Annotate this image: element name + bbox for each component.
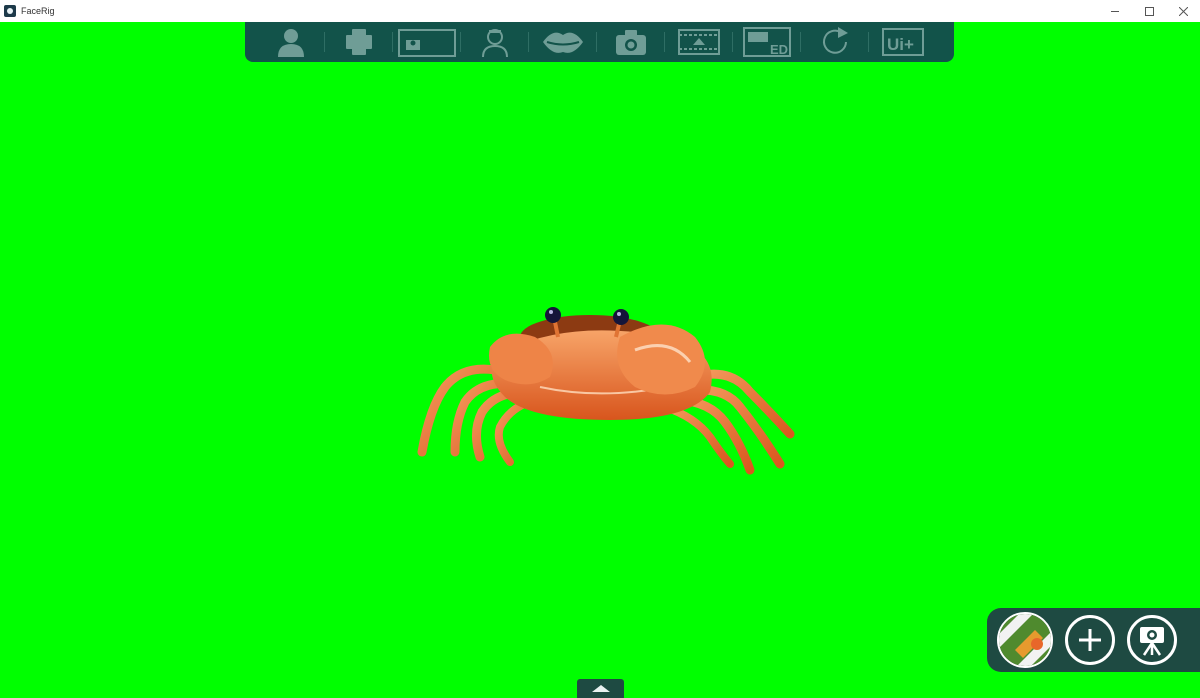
avatar-select-button[interactable] xyxy=(257,24,325,60)
quick-actions-dock xyxy=(987,608,1200,672)
minimize-icon xyxy=(1111,10,1119,12)
chevron-up-icon xyxy=(591,685,610,692)
reset-button[interactable] xyxy=(801,24,869,60)
camera-icon xyxy=(616,30,646,55)
background-icon xyxy=(398,29,456,57)
crab-avatar xyxy=(417,307,795,475)
lips-icon xyxy=(543,32,583,53)
maximize-icon xyxy=(1144,6,1154,16)
avatar-stage xyxy=(0,22,1200,698)
ed-icon: ED xyxy=(743,27,791,57)
plus-icon xyxy=(1079,629,1101,651)
expand-bottom-panel-button[interactable] xyxy=(577,679,624,698)
minimize-button[interactable] xyxy=(1098,0,1132,22)
add-avatar-button[interactable] xyxy=(1065,615,1115,665)
close-button[interactable] xyxy=(1166,0,1200,22)
window-controls xyxy=(1098,0,1200,22)
webcam-tripod-icon xyxy=(1140,627,1164,656)
advanced-ui-button[interactable]: Ui+ xyxy=(869,24,937,60)
tracking-icon xyxy=(482,29,508,58)
screenshot-button[interactable] xyxy=(597,24,665,60)
webcam-settings-button[interactable] xyxy=(1127,615,1177,665)
avatar-thumbnail-image xyxy=(999,614,1051,666)
current-avatar-thumbnail[interactable] xyxy=(997,612,1053,668)
window-title: FaceRig xyxy=(21,6,55,16)
film-icon xyxy=(678,29,720,55)
facerig-app-icon xyxy=(4,5,16,17)
ui-plus-icon: Ui+ xyxy=(882,28,924,56)
main-toolbar: ED Ui+ xyxy=(245,22,954,62)
refresh-icon xyxy=(823,27,848,54)
tracking-button[interactable] xyxy=(461,24,529,60)
record-video-button[interactable] xyxy=(665,24,733,60)
background-button[interactable] xyxy=(393,24,461,60)
window-title-bar: FaceRig xyxy=(0,0,1200,22)
props-button[interactable] xyxy=(325,24,393,60)
ed-label: ED xyxy=(770,42,788,57)
maximize-button[interactable] xyxy=(1132,0,1166,22)
close-icon xyxy=(1178,6,1188,16)
cube-icon xyxy=(346,29,372,55)
ui-plus-label: Ui+ xyxy=(887,35,914,54)
person-icon xyxy=(278,29,304,57)
edit-mode-button[interactable]: ED xyxy=(733,24,801,60)
lip-sync-button[interactable] xyxy=(529,24,597,60)
